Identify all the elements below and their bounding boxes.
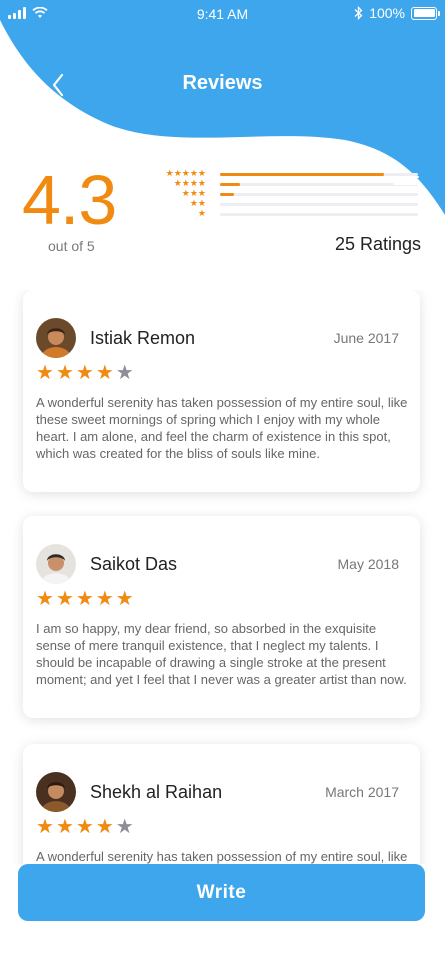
distribution-track (220, 193, 418, 196)
nav-bar: Reviews (0, 60, 445, 108)
reviews-list[interactable]: Istiak Remon June 2017 ★ ★ ★ ★ ★ A wonderful se… (0, 290, 445, 864)
review-date: May 2018 (337, 556, 399, 572)
star-rating: ★ ★ ★ ★ ★ (36, 362, 134, 384)
distribution-track (220, 173, 418, 176)
reviewer-name: Shekh al Raihan (90, 782, 223, 802)
star-filled-icon: ★ (95, 588, 114, 610)
review-text: A wonderful serenity has taken possessio… (36, 395, 408, 461)
review-card[interactable]: Saikot Das May 2018 ★ ★ ★ ★ ★ I am so happy, my… (23, 516, 420, 718)
review-card[interactable]: Shekh al Raihan March 2017 ★ ★ ★ ★ ★ A wonderfu… (23, 744, 420, 864)
bluetooth-icon (354, 6, 363, 20)
review-date: June 2017 (333, 330, 399, 346)
review-date: March 2017 (325, 784, 399, 800)
distribution-fill (220, 183, 240, 186)
status-bar: 9:41 AM 100% (0, 0, 445, 28)
star-filled-icon: ★ (115, 588, 134, 610)
write-review-button[interactable]: Write (18, 864, 425, 921)
distribution-track (220, 203, 418, 206)
star-filled-icon: ★ (95, 816, 114, 838)
battery-percent: 100% (369, 5, 405, 21)
reviewer-name: Istiak Remon (90, 328, 196, 348)
star-filled-icon: ★ (55, 816, 74, 838)
total-ratings: 25 Ratings (334, 234, 421, 254)
review-text: A wonderful serenity has taken possessio… (36, 849, 408, 864)
star-filled-icon: ★ (36, 362, 54, 384)
avatar (36, 318, 76, 358)
menu-button[interactable] (393, 176, 419, 194)
review-text: I am so happy, my dear friend, so absorb… (36, 621, 407, 687)
distribution-stars: ★ (197, 208, 206, 218)
star-filled-icon: ★ (75, 816, 94, 838)
star-filled-icon: ★ (95, 362, 114, 384)
distribution-track (220, 213, 418, 216)
star-filled-icon: ★ (36, 816, 54, 838)
distribution-row: ★ (158, 208, 428, 219)
star-empty-icon: ★ (115, 362, 134, 384)
average-rating: 4.3 (22, 161, 117, 239)
distribution-fill (220, 193, 234, 196)
star-filled-icon: ★ (75, 362, 94, 384)
distribution-track (220, 183, 418, 186)
battery-icon (411, 6, 440, 20)
status-right: 100% (354, 5, 440, 21)
review-card[interactable]: Istiak Remon June 2017 ★ ★ ★ ★ ★ A wonderful se… (23, 290, 420, 492)
reviewer-name: Saikot Das (90, 554, 178, 574)
avatar (36, 544, 76, 584)
avatar (36, 772, 76, 812)
star-filled-icon: ★ (36, 588, 54, 610)
star-filled-icon: ★ (55, 588, 74, 610)
star-empty-icon: ★ (115, 816, 134, 838)
star-distribution: ★★★★★ ★★★★ ★★★ ★★ ★ (158, 168, 428, 225)
rating-summary: 4.3 out of 5 ★★★★★ ★★★★ ★★★ ★★ ★ 25 Ratings (0, 160, 445, 270)
out-of-label: out of 5 (48, 238, 95, 254)
page-title: Reviews (182, 72, 263, 94)
star-rating: ★ ★ ★ ★ ★ (36, 588, 134, 610)
star-rating: ★ ★ ★ ★ ★ (36, 816, 134, 838)
distribution-fill (220, 173, 385, 176)
star-filled-icon: ★ (75, 588, 94, 610)
star-filled-icon: ★ (55, 362, 74, 384)
